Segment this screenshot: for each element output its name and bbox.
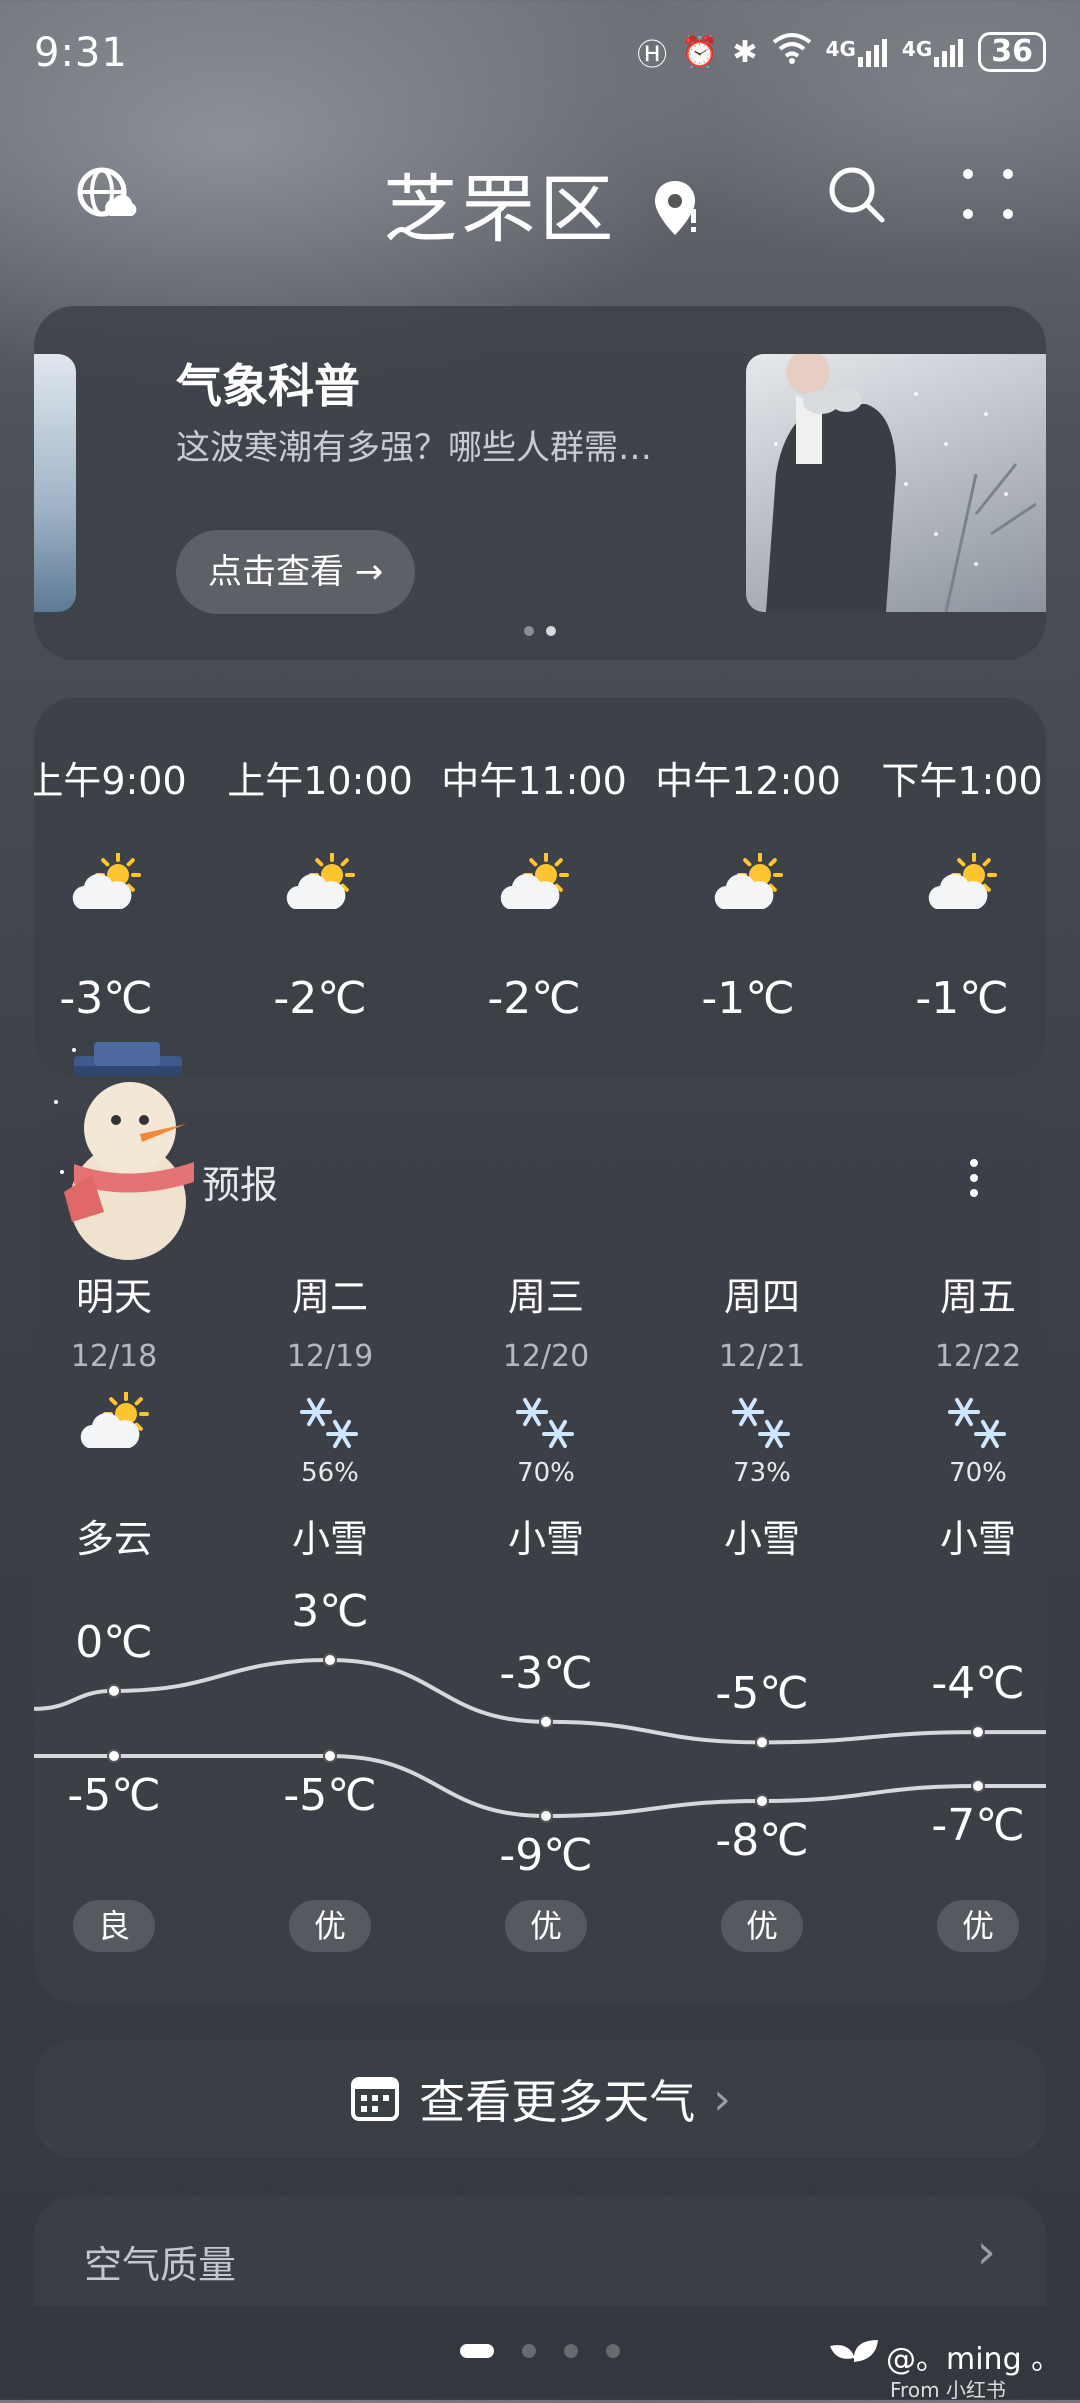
low-temp-point xyxy=(539,1809,553,1823)
low-temp-point xyxy=(971,1779,985,1793)
daily-low-temp: -5℃ xyxy=(283,1770,377,1821)
daily-low-temp: -9℃ xyxy=(499,1830,593,1881)
status-icons: Ⓗ ⏰ ✱ 4G 4G 36 xyxy=(637,30,1046,74)
banner-title: 气象科普 xyxy=(176,359,360,413)
banner-page-dot xyxy=(524,626,534,636)
daily-high-temp: 3℃ xyxy=(291,1586,369,1637)
hourly-time: 中午11:00 xyxy=(441,759,627,803)
more-weather-button[interactable]: 查看更多天气 › xyxy=(34,2040,1046,2158)
high-temp-point xyxy=(323,1653,337,1667)
snowman-sticker xyxy=(44,1042,204,1272)
high-temp-point xyxy=(539,1714,553,1729)
more-weather-label: 查看更多天气 xyxy=(419,2075,696,2129)
banner-subtitle: 这波寒潮有多强？哪些人群需… xyxy=(176,428,652,468)
hourly-temp: -2℃ xyxy=(487,973,581,1024)
hourly-item: 下午1:00 -1℃ xyxy=(852,750,1046,1024)
partly-cloudy-icon xyxy=(852,852,1046,933)
high-temp-point xyxy=(971,1725,985,1740)
daily-low-temp: -7℃ xyxy=(931,1800,1025,1851)
partly-cloudy-icon xyxy=(424,852,644,933)
alarm-icon: ⏰ xyxy=(681,34,719,70)
bluetooth-icon: ✱ xyxy=(732,34,758,70)
hourly-item: 上午9:00 -3℃ xyxy=(34,750,216,1024)
science-banner-card[interactable]: 气象科普 这波寒潮有多强？哪些人群需… 点击查看 → xyxy=(34,306,1046,660)
low-temp-point xyxy=(755,1794,769,1808)
pager-dot xyxy=(522,2344,536,2358)
hourly-forecast-card[interactable]: 上午9:00 -3℃ 上午10:00 -2℃ 中午11:00 -2℃ 中午12:… xyxy=(34,698,1046,1076)
network-type-label: 4G xyxy=(825,37,856,61)
calendar-icon xyxy=(349,2071,401,2127)
network-type-label: 4G xyxy=(901,37,933,61)
chevron-right-icon: › xyxy=(976,2224,996,2280)
air-quality-title: 空气质量 xyxy=(84,2243,237,2287)
more-menu-icon[interactable] xyxy=(956,162,1020,226)
hourly-temp: -2℃ xyxy=(273,973,367,1024)
pager-dot xyxy=(564,2344,578,2358)
pager-dot-active xyxy=(460,2344,494,2358)
hourly-time: 上午9:00 xyxy=(34,759,187,803)
air-quality-card[interactable]: 空气质量 › xyxy=(34,2196,1046,2306)
aqi-badge: 优 xyxy=(289,1900,371,1952)
watermark-source: From 小红书 xyxy=(890,2378,1006,2402)
hourly-temp: -1℃ xyxy=(915,973,1009,1024)
wifi-icon xyxy=(772,32,812,72)
hourly-time: 上午10:00 xyxy=(227,759,413,803)
hourly-time: 下午1:00 xyxy=(881,759,1043,803)
view-button[interactable]: 点击查看 → xyxy=(176,530,416,614)
hourly-temp: -1℃ xyxy=(701,973,795,1024)
daily-low-temp: -5℃ xyxy=(67,1770,161,1821)
hourly-item: 中午12:00 -1℃ xyxy=(638,750,858,1024)
hd-icon: Ⓗ xyxy=(637,38,668,73)
hourly-temp: -3℃ xyxy=(59,973,153,1024)
low-temp-point xyxy=(107,1749,121,1763)
status-time: 9:31 xyxy=(34,30,128,76)
partly-cloudy-icon xyxy=(34,852,216,933)
hourly-time: 中午12:00 xyxy=(655,759,841,803)
high-temp-point xyxy=(107,1683,121,1698)
partly-cloudy-icon xyxy=(638,852,858,933)
city-name: 芝罘区 xyxy=(383,167,618,253)
banner-image xyxy=(746,354,1046,612)
cellular-signal-icon-2: 4G xyxy=(902,37,964,67)
cellular-signal-icon-1: 4G xyxy=(826,37,888,67)
high-temp-point xyxy=(755,1735,769,1750)
partly-cloudy-icon xyxy=(210,852,430,933)
aqi-badge: 优 xyxy=(721,1900,803,1952)
low-temp-point xyxy=(323,1749,337,1763)
daily-high-temp: -5℃ xyxy=(715,1668,809,1720)
daily-high-temp: -3℃ xyxy=(499,1647,593,1699)
search-icon[interactable] xyxy=(824,162,888,226)
battery-indicator: 36 xyxy=(978,32,1046,72)
hourly-item: 上午10:00 -2℃ xyxy=(210,750,430,1024)
aqi-badge: 优 xyxy=(937,1900,1019,1952)
daily-low-temp: -8℃ xyxy=(715,1815,809,1866)
watermark-user: @。ming 。 xyxy=(886,2342,1062,2377)
banner-page-dot-active xyxy=(546,626,556,636)
chevron-right-icon: › xyxy=(713,2073,731,2125)
aqi-badge: 优 xyxy=(505,1900,587,1952)
daily-high-temp: 0℃ xyxy=(75,1616,153,1668)
hourly-item: 中午11:00 -2℃ xyxy=(424,750,644,1024)
xiaohongshu-logo-icon xyxy=(826,2336,882,2386)
previous-banner-thumbnail xyxy=(34,354,76,612)
location-pin-icon xyxy=(653,171,697,257)
daily-high-temp: -4℃ xyxy=(931,1658,1025,1710)
city-title[interactable]: 芝罘区 xyxy=(0,150,1080,257)
aqi-badge: 良 xyxy=(73,1900,155,1952)
pager-dot xyxy=(606,2344,620,2358)
